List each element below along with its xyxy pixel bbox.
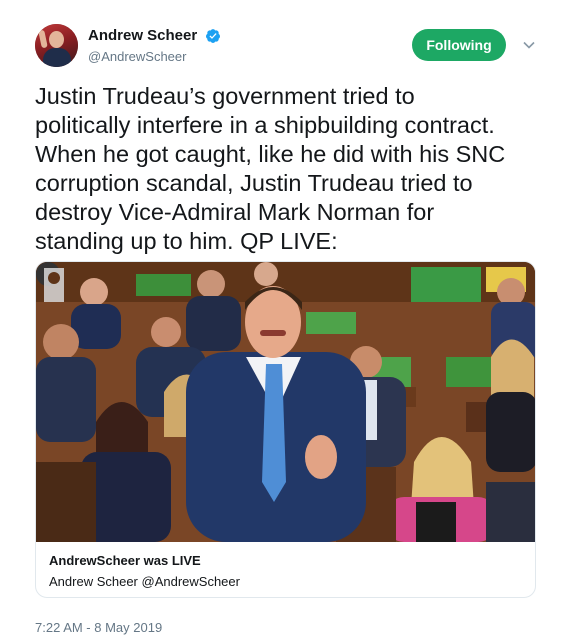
- tweet-text-line: destroy Vice-Admiral Mark Norman for: [35, 199, 435, 225]
- chevron-down-icon[interactable]: [522, 38, 536, 52]
- card-subtitle: Andrew Scheer @AndrewScheer: [49, 574, 240, 589]
- tweet-text-line: standing up to him. QP LIVE:: [35, 228, 338, 254]
- following-button[interactable]: Following: [412, 29, 506, 61]
- live-video-card[interactable]: AndrewScheer was LIVE Andrew Scheer @And…: [35, 261, 536, 598]
- card-title: AndrewScheer was LIVE: [49, 553, 201, 568]
- verified-badge-icon: [206, 29, 220, 43]
- video-thumbnail[interactable]: [36, 262, 535, 542]
- tweet: Andrew Scheer @AndrewScheer Following Ju…: [0, 0, 572, 641]
- card-footer: AndrewScheer was LIVE Andrew Scheer @And…: [36, 542, 535, 597]
- author-name[interactable]: Andrew Scheer: [88, 27, 197, 44]
- video-frame-image: [36, 262, 535, 542]
- tweet-text: Justin Trudeau’s government tried to pol…: [35, 82, 550, 256]
- tweet-text-line: When he got caught, like he did with his…: [35, 141, 506, 167]
- timestamp[interactable]: 7:22 AM - 8 May 2019: [35, 620, 162, 635]
- author-handle[interactable]: @AndrewScheer: [88, 49, 186, 64]
- tweet-text-line: corruption scandal, Justin Trudeau tried…: [35, 170, 473, 196]
- tweet-text-line: politically interfere in a shipbuilding …: [35, 112, 495, 138]
- avatar[interactable]: [35, 24, 78, 67]
- tweet-text-line: Justin Trudeau’s government tried to: [35, 83, 415, 109]
